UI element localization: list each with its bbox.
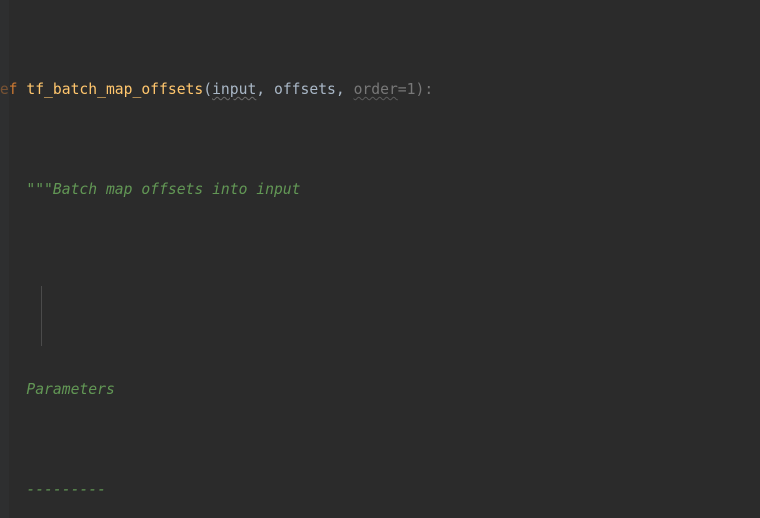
docstring-parameters-rule: --------- — [0, 481, 106, 498]
paren-open: ( — [203, 81, 213, 98]
docstring-summary: """Batch map offsets into input — [0, 181, 301, 198]
signature-tail: ): — [415, 81, 434, 98]
docstring-parameters-heading: Parameters — [0, 381, 115, 398]
comma: , — [256, 81, 274, 98]
code-line-5: --------- — [0, 480, 760, 500]
code-line-4: Parameters — [0, 380, 760, 400]
param-order-default: =1 — [397, 81, 416, 98]
code-line-2: """Batch map offsets into input — [0, 180, 760, 200]
comma: , — [335, 81, 354, 98]
param-offsets: offsets — [273, 81, 336, 98]
param-order: order — [353, 81, 398, 98]
function-name: tf_batch_map_offsets — [26, 81, 204, 98]
keyword-def: def — [0, 81, 18, 98]
code-line-1: def tf_batch_map_offsets(input, offsets,… — [0, 80, 760, 100]
code-editor[interactable]: def tf_batch_map_offsets(input, offsets,… — [0, 0, 760, 518]
param-input: input — [212, 81, 257, 98]
code-content[interactable]: def tf_batch_map_offsets(input, offsets,… — [0, 0, 760, 518]
